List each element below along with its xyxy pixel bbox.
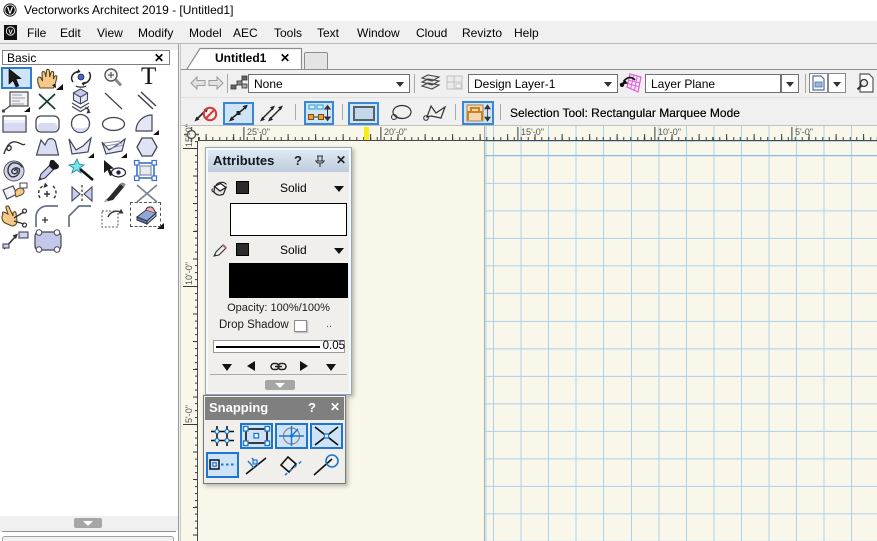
svg-text:V: V (7, 5, 13, 15)
svg-text:V: V (8, 29, 13, 36)
